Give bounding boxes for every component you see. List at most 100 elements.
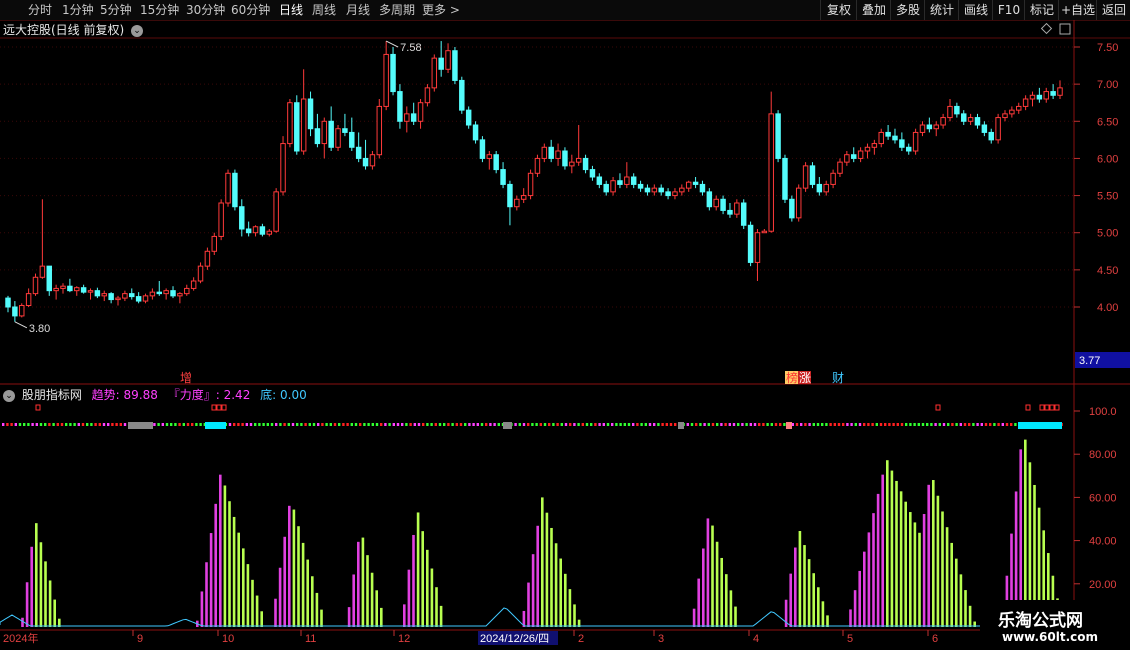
panel-toggle-icon[interactable] — [1060, 24, 1070, 34]
candle-body — [219, 203, 223, 236]
indicator-bar — [260, 611, 263, 627]
candle-body — [1003, 114, 1007, 118]
watermark: 乐淘公式网 www.60lt.com — [980, 600, 1130, 650]
signal-dot — [577, 423, 579, 426]
signal-dot — [367, 423, 369, 426]
diamond-icon[interactable] — [1042, 24, 1052, 34]
time-axis-label: 2 — [578, 633, 584, 645]
signal-dot — [317, 423, 319, 426]
signal-dot — [653, 423, 655, 426]
signal-dot — [619, 423, 621, 426]
indicator-bar — [288, 506, 291, 627]
signal-dot — [443, 423, 445, 426]
event-marker: 榜 — [786, 370, 798, 385]
signal-dot — [65, 423, 67, 426]
signal-dot — [649, 423, 651, 426]
signal-dot — [162, 423, 164, 426]
candle-body — [61, 286, 65, 288]
signal-dot — [867, 423, 869, 426]
candle-body — [116, 298, 120, 299]
indicator-bar — [697, 579, 700, 627]
price-axis-label: 5.00 — [1097, 228, 1118, 240]
candle-body — [480, 140, 484, 159]
candle-body — [130, 294, 134, 297]
trend-label: 趋势: — [92, 388, 120, 402]
indicator-bar — [541, 497, 544, 627]
candle-body — [171, 291, 175, 296]
candle-body — [1010, 110, 1014, 114]
indicator-bar — [711, 526, 714, 627]
signal-dot — [960, 423, 962, 426]
signal-dot — [489, 423, 491, 426]
signal-dot — [691, 423, 693, 426]
candle-body — [934, 125, 938, 129]
signal-dot — [666, 423, 668, 426]
signal-dot — [191, 423, 193, 426]
indicator-bar — [730, 590, 733, 627]
signal-dot — [754, 423, 756, 426]
indicator-bar — [858, 571, 861, 627]
indicator-bar — [914, 522, 917, 627]
indicator-bar — [228, 501, 231, 627]
indicator-bar — [403, 604, 406, 627]
price-axis-label: 6.00 — [1097, 153, 1118, 165]
indicator-bar — [233, 517, 236, 627]
chevron-down-icon[interactable]: ⌄ — [3, 390, 15, 402]
indicator-bar — [702, 548, 705, 627]
indicator-bar — [808, 559, 811, 627]
signal-dot — [750, 423, 752, 426]
signal-dot — [729, 423, 731, 426]
signal-dot — [178, 423, 180, 426]
candle-body — [913, 132, 917, 151]
signal-dot — [909, 423, 911, 426]
candle-body — [425, 88, 429, 103]
signal-dot — [27, 423, 29, 426]
signal-dot — [888, 423, 890, 426]
candle-body — [508, 184, 512, 206]
signal-dot — [737, 423, 739, 426]
candle-body — [831, 173, 835, 184]
indicator-bar — [440, 606, 443, 627]
indicator-bar — [569, 589, 572, 627]
candle-body — [790, 199, 794, 218]
current-price-tag: 3.77 — [1079, 355, 1100, 367]
candle-body — [755, 233, 759, 263]
watermark-url: www.60lt.com — [1002, 630, 1098, 644]
high-price-label: 7.58 — [400, 42, 421, 54]
candle-body — [659, 188, 663, 192]
indicator-bar — [201, 591, 204, 627]
signal-dot — [1006, 423, 1008, 426]
time-axis-label: 6 — [932, 633, 938, 645]
signal-dot — [61, 423, 63, 426]
signal-dot — [964, 423, 966, 426]
signal-dot — [86, 423, 88, 426]
signal-dot — [876, 423, 878, 426]
signal-dot — [586, 423, 588, 426]
candle-body — [274, 192, 278, 231]
signal-dot — [334, 423, 336, 426]
event-marker: 财 — [832, 371, 844, 385]
candle-body — [900, 140, 904, 147]
candle-body — [631, 177, 635, 184]
signal-dot — [73, 423, 75, 426]
indicator-bar — [44, 561, 47, 627]
indicator-bar — [891, 471, 894, 627]
signal-dot — [829, 423, 831, 426]
signal-dot — [69, 423, 71, 426]
signal-dot — [338, 423, 340, 426]
candle-body — [700, 184, 704, 191]
candle-body — [748, 225, 752, 262]
signal-dot — [561, 423, 563, 426]
candle-body — [102, 294, 106, 296]
signal-dot — [82, 423, 84, 426]
indicator-bar — [693, 609, 696, 627]
candle-body — [858, 151, 862, 158]
signal-dot — [90, 423, 92, 426]
signal-dot — [363, 423, 365, 426]
signal-dot — [418, 423, 420, 426]
signal-dot — [325, 423, 327, 426]
signal-dot — [947, 423, 949, 426]
candle-body — [226, 173, 230, 203]
indicator-bar — [716, 542, 719, 627]
candle-body — [680, 188, 684, 192]
